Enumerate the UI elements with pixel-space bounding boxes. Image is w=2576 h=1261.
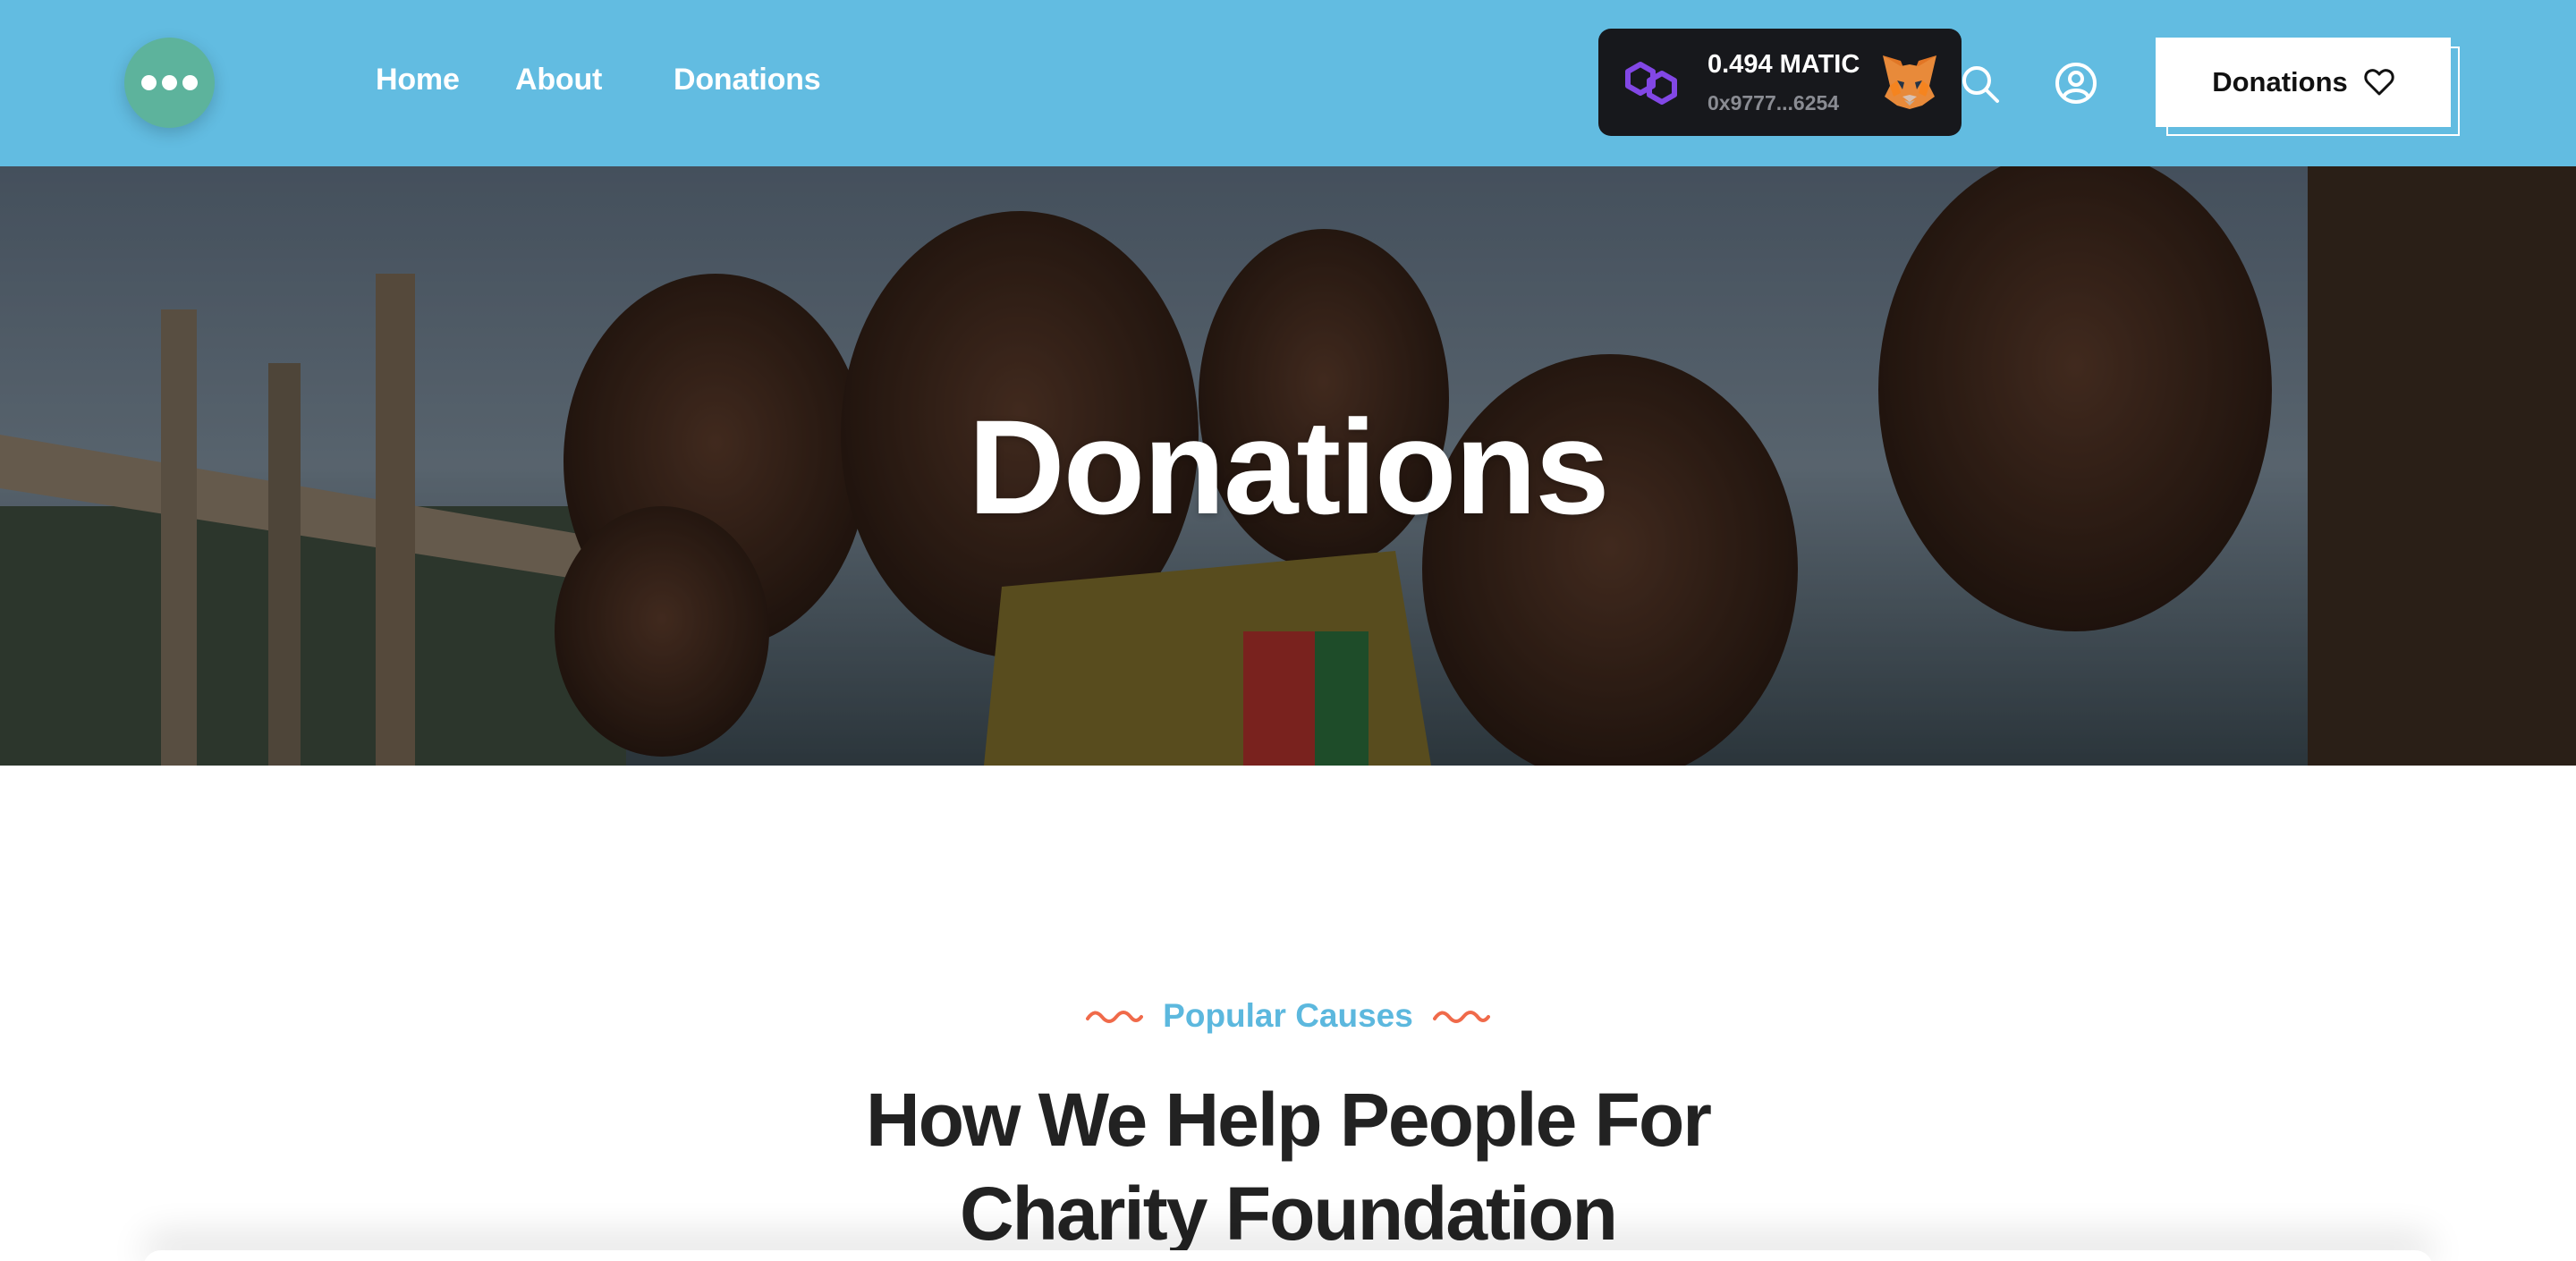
section-title-line1: How We Help People For — [866, 1078, 1712, 1162]
donations-button-wrap: Donations — [2156, 38, 2460, 136]
section-tag-label: Popular Causes — [1163, 997, 1413, 1034]
donations-button[interactable]: Donations — [2156, 38, 2451, 127]
heart-icon — [2364, 69, 2394, 96]
section-tag: Popular Causes — [0, 997, 2576, 1035]
wallet-widget[interactable]: 0.494 MATIC 0x9777...6254 — [1598, 29, 1962, 136]
squiggle-left-icon — [1086, 1011, 1144, 1023]
metamask-fox-icon — [1883, 55, 1936, 109]
section-title-line2: Charity Foundation — [960, 1172, 1618, 1256]
user-circle-icon[interactable] — [2054, 61, 2098, 106]
nav-donations-link[interactable]: Donations — [674, 63, 821, 97]
more-dot — [162, 75, 177, 90]
polygon-icon — [1625, 62, 1677, 105]
hero-title: Donations — [968, 392, 1609, 542]
search-icon[interactable] — [1959, 63, 2002, 106]
logo-button[interactable] — [124, 38, 215, 128]
section-title: How We Help People For Charity Foundatio… — [0, 1073, 2576, 1261]
wallet-address: 0x9777...6254 — [1707, 91, 1840, 114]
content-card-top-edge — [143, 1250, 2433, 1261]
wallet-balance: 0.494 MATIC — [1707, 50, 1860, 79]
more-dot — [182, 75, 198, 90]
nav-about-link[interactable]: About — [515, 63, 602, 97]
more-dots-icon — [141, 75, 157, 90]
donations-button-label: Donations — [2212, 66, 2348, 97]
site-header: Home About Donations 0.494 MATIC 0x9777.… — [0, 0, 2576, 166]
squiggle-right-icon — [1432, 1011, 1490, 1023]
hero-banner: Donations — [0, 166, 2576, 766]
nav-home-link[interactable]: Home — [376, 63, 460, 97]
